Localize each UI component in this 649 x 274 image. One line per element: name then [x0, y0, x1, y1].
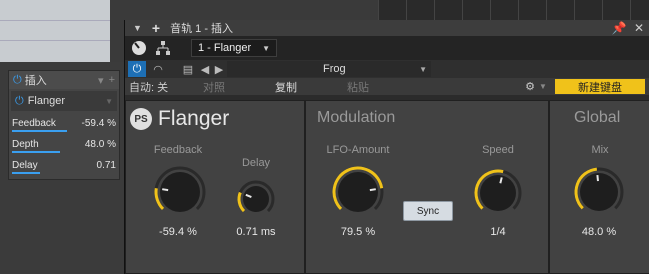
delay-knob[interactable] [236, 179, 276, 219]
chevron-down-icon[interactable]: ▼ [133, 23, 142, 33]
window-titlebar[interactable]: ▼ + 音轨 1 - 插入 📌 ✕ [125, 20, 649, 36]
param-name: Delay [12, 160, 38, 171]
chevron-down-icon[interactable]: ▼ [105, 97, 113, 106]
modulation-section: Modulation LFO-Amount 79.5 % Sync Speed … [305, 100, 549, 274]
flanger-device: PS Flanger Feedback -59.4 % Delay 0.71 m… [125, 100, 649, 274]
daw-screen: ⏻ 插入 ▾ + ⏻ Flanger ▼ Feedback -59.4 % Dept… [0, 0, 649, 274]
bypass-icon[interactable]: ◠ [149, 61, 167, 77]
feedback-label: Feedback [153, 144, 203, 156]
mix-knob[interactable] [572, 165, 626, 219]
feedback-value: -59.4 % [159, 226, 197, 238]
power-icon[interactable]: ⏻ [128, 61, 146, 77]
preset-row: ⏻ ◠ ▤ ◀ ▶ Frog ▼ [125, 60, 649, 78]
modulation-title: Modulation [317, 109, 396, 126]
param-value: 48.0 % [84, 139, 116, 150]
document-icon[interactable]: ▤ [179, 61, 197, 77]
add-icon[interactable]: + [152, 20, 160, 36]
device-brand: PS Flanger [130, 105, 242, 133]
insert-panel: ⏻ 插入 ▾ + ⏻ Flanger ▼ Feedback -59.4 % Dept… [8, 70, 120, 180]
insert-param-row[interactable]: Feedback -59.4 % [9, 113, 119, 134]
feedback-knob[interactable] [152, 164, 208, 220]
chevron-down-icon[interactable]: ▼ [539, 82, 553, 91]
grid-line [378, 0, 379, 20]
add-icon[interactable]: + [109, 74, 115, 86]
speed-knob[interactable] [472, 167, 524, 219]
main-section: PS Flanger Feedback -59.4 % Delay 0.71 m… [125, 100, 305, 274]
plugin-selector-row: 1 - Flanger ▼ [125, 36, 649, 60]
new-keyboard-button[interactable]: 新建键盘 [555, 79, 645, 94]
copy-button[interactable]: 复制 [271, 79, 343, 95]
speed-value: 1/4 [490, 226, 506, 238]
lfo-amount-label: LFO-Amount [326, 144, 390, 156]
chevron-down-icon: ▼ [262, 43, 270, 53]
delay-value: 0.71 ms [236, 226, 276, 238]
plugin-selector[interactable]: 1 - Flanger ▼ [191, 39, 277, 57]
grid-line [490, 0, 491, 20]
routing-icon[interactable] [153, 38, 173, 58]
grid-line [434, 0, 435, 20]
global-title: Global [574, 109, 621, 126]
next-preset-icon[interactable]: ▶ [213, 61, 225, 77]
chevron-down-icon[interactable]: ▾ [98, 74, 104, 87]
grid-line [406, 0, 407, 20]
pin-icon[interactable]: 📌 [609, 21, 629, 35]
global-section: Global Mix 48.0 % [549, 100, 649, 274]
grid-line [630, 0, 631, 20]
param-value: -59.4 % [81, 118, 116, 129]
plugin-toolbar: 自动: 关 对照 复制 粘贴 ⚙ ▼ 新建键盘 [125, 78, 649, 95]
sync-button[interactable]: Sync [403, 201, 453, 221]
grid-line [574, 0, 575, 20]
mix-label: Mix [591, 144, 609, 156]
preset-value: Frog [323, 63, 346, 75]
power-icon[interactable]: ⏻ [13, 74, 22, 87]
mix-value: 48.0 % [581, 226, 617, 238]
delay-label: Delay [241, 157, 271, 169]
grid-line [602, 0, 603, 20]
lfo-amount-knob[interactable] [330, 164, 386, 220]
power-icon[interactable]: ⏻ [15, 95, 24, 108]
close-icon[interactable]: ✕ [629, 21, 649, 35]
chevron-down-icon: ▼ [419, 64, 427, 74]
param-value: 0.71 [96, 160, 116, 171]
track-lane [0, 0, 110, 62]
gear-icon[interactable]: ⚙ [521, 80, 539, 93]
device-name: Flanger [158, 107, 230, 130]
power-dial-icon[interactable] [129, 38, 149, 58]
param-level-bar [12, 172, 40, 174]
window-title: 音轨 1 - 插入 [170, 23, 234, 35]
preset-selector[interactable]: Frog ▼ [227, 61, 431, 77]
speed-label: Speed [482, 144, 514, 156]
compare-button[interactable]: 对照 [199, 79, 271, 95]
param-name: Depth [12, 139, 39, 150]
insert-param-list: Feedback -59.4 % Depth 48.0 % Delay 0.71 [9, 113, 119, 176]
grid-line [518, 0, 519, 20]
automation-button[interactable]: 自动: 关 [125, 79, 199, 95]
insert-panel-header: ⏻ 插入 ▾ + [9, 71, 119, 89]
paste-button[interactable]: 粘贴 [343, 79, 521, 95]
previous-preset-icon[interactable]: ◀ [199, 61, 211, 77]
plugin-window: ▼ + 音轨 1 - 插入 📌 ✕ 1 - Flanger ▼ ⏻ ◠ ▤ ◀ [124, 20, 649, 274]
insert-slot[interactable]: ⏻ Flanger ▼ [11, 91, 117, 111]
param-level-bar [12, 151, 60, 153]
param-name: Feedback [12, 118, 56, 129]
insert-device-name: Flanger [27, 95, 65, 107]
plugin-selector-value: 1 - Flanger [198, 42, 252, 54]
insert-param-row[interactable]: Delay 0.71 [9, 155, 119, 176]
lfo-amount-value: 79.5 % [340, 226, 376, 238]
brand-logo: PS [130, 108, 152, 130]
grid-line [546, 0, 547, 20]
insert-panel-title: 插入 [24, 75, 47, 87]
grid-line [462, 0, 463, 20]
param-level-bar [12, 130, 67, 132]
timeline-grid [378, 0, 649, 20]
insert-param-row[interactable]: Depth 48.0 % [9, 134, 119, 155]
